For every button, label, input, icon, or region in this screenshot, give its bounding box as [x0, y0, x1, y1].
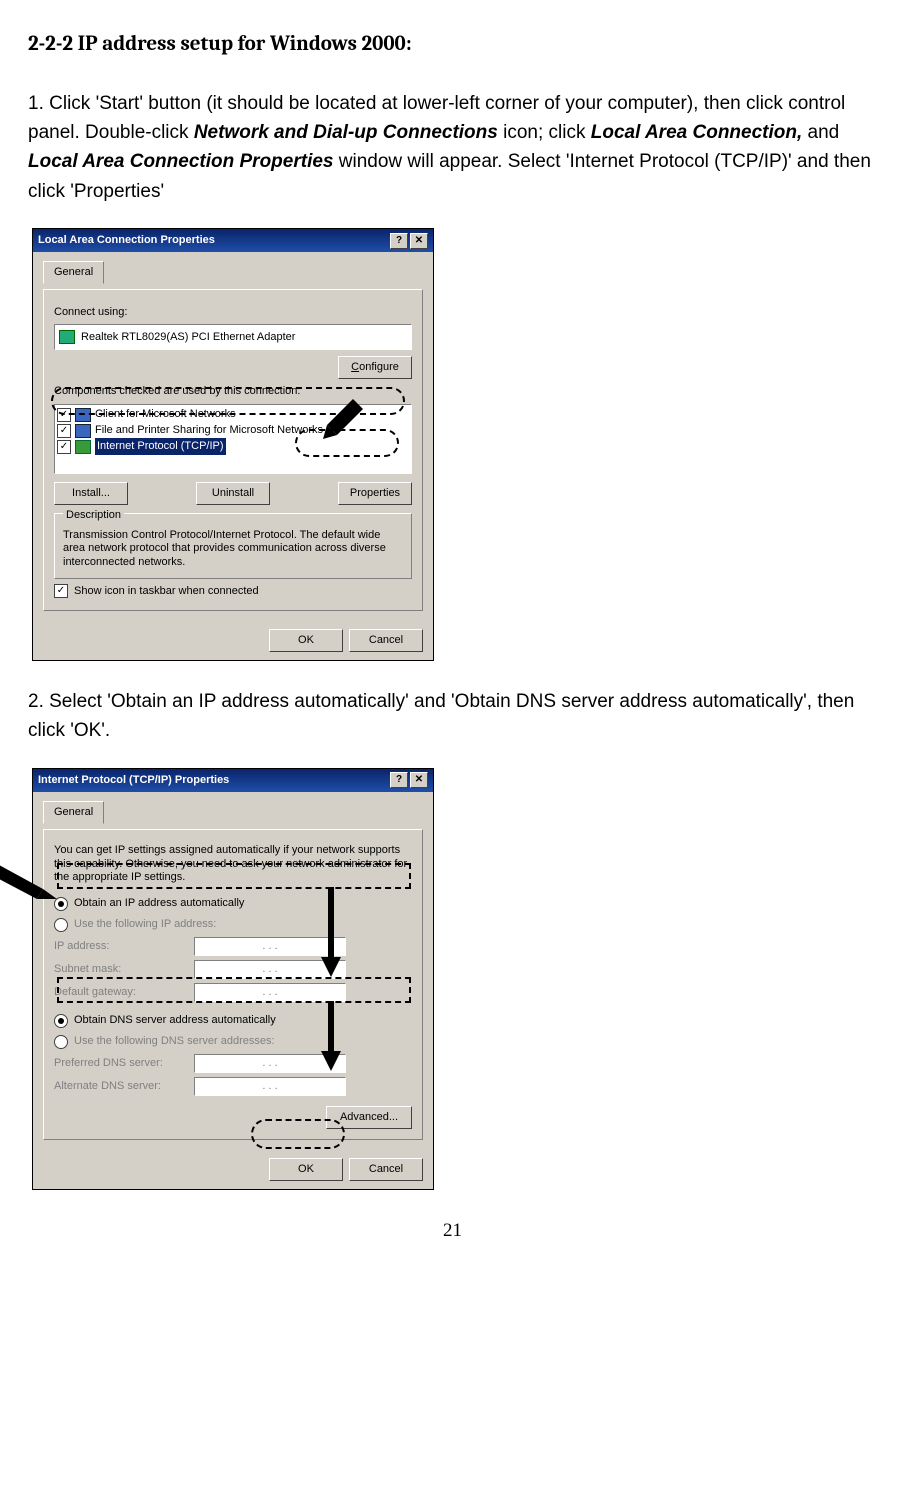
page-number: 21: [28, 1216, 877, 1245]
radio-icon[interactable]: [54, 918, 68, 932]
label-adns: Alternate DNS server:: [54, 1078, 184, 1095]
radio-obtain-ip[interactable]: Obtain an IP address automatically: [54, 895, 412, 912]
description-text: Transmission Control Protocol/Internet P…: [63, 529, 403, 570]
properties-button[interactable]: Properties: [338, 482, 412, 505]
component-icon: [75, 408, 91, 422]
section-heading: 2-2-2 IP address setup for Windows 2000:: [28, 28, 877, 61]
text: and: [802, 122, 839, 143]
nic-icon: [59, 330, 75, 344]
label-mask: Subnet mask:: [54, 961, 184, 978]
checkbox-icon[interactable]: ✓: [57, 408, 71, 422]
radio-label: Use the following DNS server addresses:: [74, 1033, 275, 1050]
text-bold-italic: Local Area Connection,: [591, 122, 803, 143]
mask-field[interactable]: . . .: [194, 960, 346, 979]
checkbox-icon[interactable]: ✓: [57, 440, 71, 454]
radio-use-dns[interactable]: Use the following DNS server addresses:: [54, 1033, 412, 1050]
label-gateway: Default gateway:: [54, 984, 184, 1001]
ip-field[interactable]: . . .: [194, 937, 346, 956]
configure-button[interactable]: CConfigureonfigure: [338, 356, 412, 379]
list-item-label: Client for Microsoft Networks: [95, 406, 236, 423]
text-bold-italic: Network and Dial-up Connections: [194, 122, 498, 143]
label-components: Components checked are used by this conn…: [54, 383, 412, 400]
list-item[interactable]: ✓ Internet Protocol (TCP/IP): [57, 439, 409, 455]
paragraph-1: 1. Click 'Start' button (it should be lo…: [28, 89, 877, 207]
radio-use-ip[interactable]: Use the following IP address:: [54, 916, 412, 933]
list-item[interactable]: ✓ File and Printer Sharing for Microsoft …: [57, 423, 409, 439]
gateway-field[interactable]: . . .: [194, 983, 346, 1002]
cancel-button[interactable]: Cancel: [349, 629, 423, 652]
label-ip: IP address:: [54, 938, 184, 955]
help-button[interactable]: ?: [390, 772, 408, 788]
uninstall-button[interactable]: Uninstall: [196, 482, 270, 505]
tab-general[interactable]: General: [43, 801, 104, 824]
checkbox-icon[interactable]: ✓: [57, 424, 71, 438]
close-button[interactable]: ✕: [410, 233, 428, 249]
tab-general[interactable]: General: [43, 261, 104, 284]
adapter-name: Realtek RTL8029(AS) PCI Ethernet Adapter: [81, 329, 295, 346]
checkbox-show-icon[interactable]: ✓: [54, 584, 68, 598]
radio-label: Use the following IP address:: [74, 916, 216, 933]
install-button[interactable]: Install...: [54, 482, 128, 505]
radio-label: Obtain an IP address automatically: [74, 895, 244, 912]
description-legend: Description: [63, 507, 124, 524]
window-title: Local Area Connection Properties: [38, 232, 215, 249]
paragraph-2: 2. Select 'Obtain an IP address automati…: [28, 687, 877, 746]
window-title: Internet Protocol (TCP/IP) Properties: [38, 772, 229, 789]
cancel-button[interactable]: Cancel: [349, 1158, 423, 1181]
label-pdns: Preferred DNS server:: [54, 1055, 184, 1072]
radio-label: Obtain DNS server address automatically: [74, 1012, 276, 1029]
help-button[interactable]: ?: [390, 233, 408, 249]
radio-obtain-dns[interactable]: Obtain DNS server address automatically: [54, 1012, 412, 1029]
info-text: You can get IP settings assigned automat…: [54, 844, 412, 885]
text-bold-italic: Local Area Connection Properties: [28, 151, 333, 172]
dialog-lan-properties: Local Area Connection Properties ? ✕ Gen…: [32, 228, 434, 661]
adns-field[interactable]: . . .: [194, 1077, 346, 1096]
component-icon: [75, 424, 91, 438]
ok-button[interactable]: OK: [269, 629, 343, 652]
ok-button[interactable]: OK: [269, 1158, 343, 1181]
titlebar[interactable]: Internet Protocol (TCP/IP) Properties ? …: [33, 769, 433, 792]
label-connect-using: Connect using:: [54, 304, 412, 321]
radio-icon[interactable]: [54, 897, 68, 911]
list-item-label: Internet Protocol (TCP/IP): [95, 438, 226, 455]
text: icon; click: [498, 122, 591, 143]
radio-icon[interactable]: [54, 1035, 68, 1049]
pdns-field[interactable]: . . .: [194, 1054, 346, 1073]
list-item[interactable]: ✓ Client for Microsoft Networks: [57, 407, 409, 423]
description-group: Description Transmission Control Protoco…: [54, 513, 412, 579]
titlebar[interactable]: Local Area Connection Properties ? ✕: [33, 229, 433, 252]
list-item-label: File and Printer Sharing for Microsoft N…: [95, 422, 323, 439]
radio-icon[interactable]: [54, 1014, 68, 1028]
show-icon-label: Show icon in taskbar when connected: [74, 583, 259, 600]
dialog-tcpip-properties: Internet Protocol (TCP/IP) Properties ? …: [32, 768, 434, 1191]
component-icon: [75, 440, 91, 454]
close-button[interactable]: ✕: [410, 772, 428, 788]
advanced-button[interactable]: Advanced...: [326, 1106, 412, 1129]
adapter-field[interactable]: Realtek RTL8029(AS) PCI Ethernet Adapter: [54, 324, 412, 350]
components-list[interactable]: ✓ Client for Microsoft Networks ✓ File and…: [54, 404, 412, 474]
